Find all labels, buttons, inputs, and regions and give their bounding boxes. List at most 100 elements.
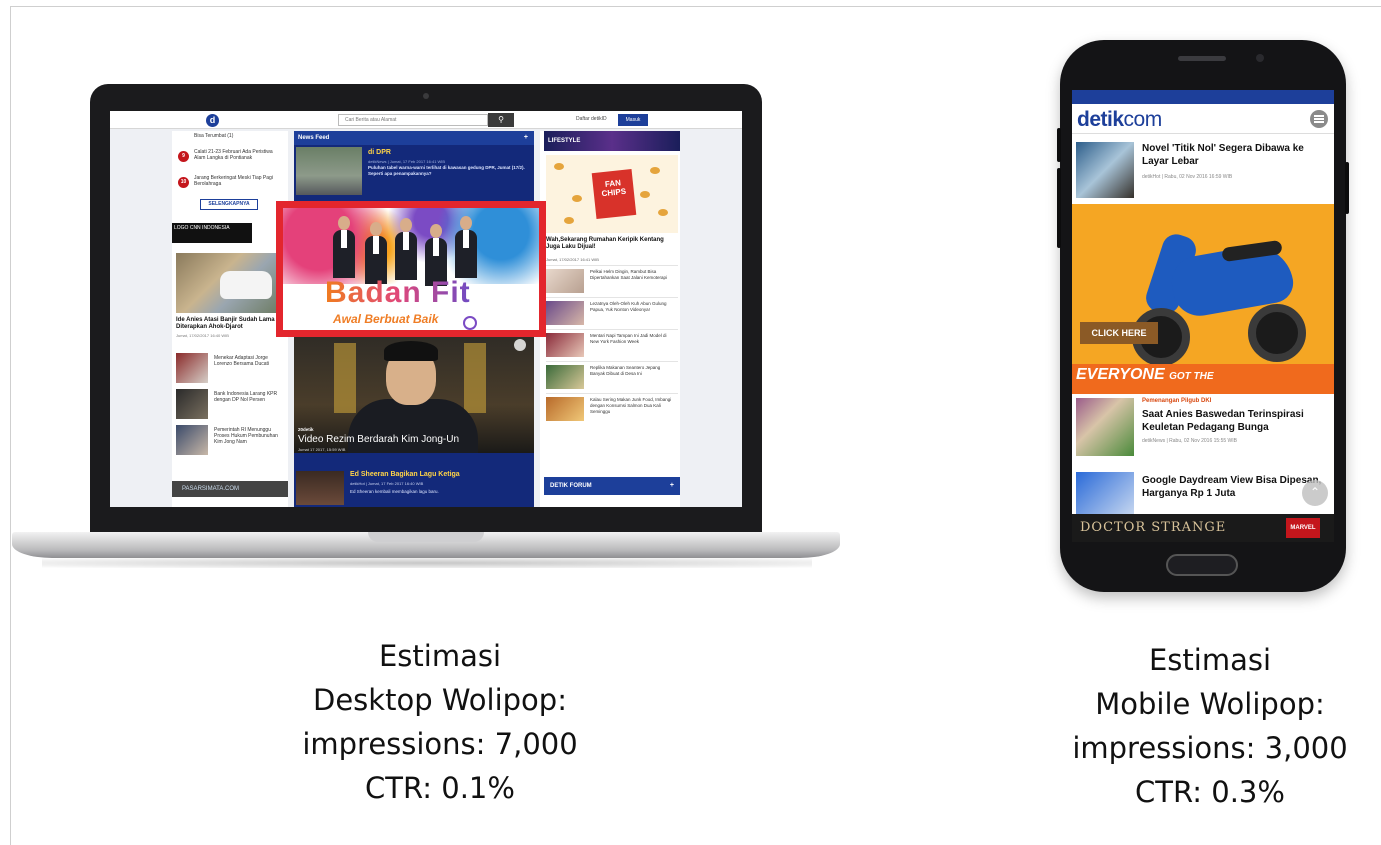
- doctor-strange-banner-ad[interactable]: DOCTOR STRANGE MARVEL: [1072, 514, 1334, 542]
- anies-article-photo[interactable]: [1076, 398, 1134, 456]
- caption-ctr: CTR: 0.1%: [365, 771, 515, 805]
- lifestyle-list-item[interactable]: Lezatnya Oleh-Oleh Kuh Abun Gulung Papua…: [546, 297, 678, 325]
- mobile-article-kicker: Pemenangan Pilgub DKI: [1142, 398, 1212, 404]
- feed-snippet: detikNews | Jumat, 17 Feb 2017 16:41 WIB…: [368, 159, 528, 177]
- phone-side-button: [1057, 168, 1061, 248]
- left-list-item[interactable]: Menekar Adaptasi Jorge Lorenzo Bersama D…: [214, 355, 286, 367]
- selengkapnya-button[interactable]: SELENGKAPNYA: [200, 199, 258, 210]
- lifestyle-list-item[interactable]: Kalau Sering Makan Junk Food, Imbangi de…: [546, 393, 678, 421]
- video-tag: 20detik: [298, 427, 314, 432]
- search-button[interactable]: ⚲: [488, 113, 514, 127]
- detik-logo-icon[interactable]: d: [206, 114, 219, 127]
- thumb-image[interactable]: [176, 389, 208, 419]
- scroll-top-icon[interactable]: ⌃: [1302, 480, 1328, 506]
- mobile-header: detikcom: [1072, 104, 1334, 134]
- mobile-site-screen: detikcom Novel 'Titik Nol' Segera Dibawa…: [1072, 90, 1334, 542]
- frame-border-top: [10, 6, 1381, 7]
- expand-plus-icon[interactable]: +: [670, 477, 674, 495]
- dpr-photo[interactable]: [296, 147, 362, 195]
- caption-line: Estimasi: [378, 639, 502, 673]
- click-here-button[interactable]: CLICK HERE: [1080, 322, 1158, 344]
- chip-decoration: [658, 209, 668, 216]
- desktop-estimate-caption: Estimasi Desktop Wolipop: impressions: 7…: [250, 634, 630, 810]
- chips-photo[interactable]: FAN CHIPS: [546, 155, 678, 233]
- search-icon: ⚲: [498, 115, 504, 124]
- phone-side-button: [1345, 162, 1349, 214]
- highlighted-ad-banner[interactable]: Badan Fit Awal Berbuat Baik: [276, 201, 546, 337]
- desktop-lifestyle-column: LIFESTYLE FAN CHIPS Wah,Sekarang Rumahan…: [540, 131, 680, 507]
- lifestyle-item-text: Pelkai Helm Dingin, Rambut Bisa Dipertah…: [590, 269, 668, 280]
- detikcom-logo[interactable]: detikcom: [1077, 108, 1162, 132]
- daftar-link[interactable]: Daftar detikID: [576, 116, 607, 122]
- chip-decoration: [650, 167, 660, 174]
- lifestyle-list-item[interactable]: Pelkai Helm Dingin, Rambut Bisa Dipertah…: [546, 265, 678, 293]
- caption-ctr: CTR: 0.3%: [1135, 775, 1285, 809]
- frame-border-left: [10, 6, 11, 845]
- smile-icon: [463, 316, 477, 330]
- play-icon[interactable]: [514, 339, 526, 351]
- ed-text: Ed Sheeran kembali membagikan lagu baru.: [350, 489, 439, 494]
- rank-badge: 10: [178, 177, 189, 188]
- daydream-article-photo[interactable]: [1076, 472, 1134, 516]
- video-card[interactable]: 20detik Video Rezim Berdarah Kim Jong-Un…: [294, 333, 534, 453]
- lifestyle-thumb: [546, 365, 584, 389]
- left-list-item[interactable]: Jarang Berkeringat Meski Tiap Pagi Berol…: [194, 175, 284, 187]
- video-thumbnail-hair: [384, 341, 438, 361]
- chip-decoration: [640, 191, 650, 198]
- phone-home-button[interactable]: [1166, 554, 1238, 576]
- mobile-article-title[interactable]: Novel 'Titik Nol' Segera Dibawa ke Layar…: [1142, 142, 1328, 168]
- laptop-camera: [423, 93, 429, 99]
- hamburger-menu-icon[interactable]: [1310, 110, 1328, 128]
- lifestyle-list-item[interactable]: Replika Makanan Seantero Jepang Banyak D…: [546, 361, 678, 389]
- ed-meta: detikHot | Jumat, 17 Feb 2017 16:40 WIB: [350, 481, 424, 486]
- lifestyle-thumb: [546, 301, 584, 325]
- ed-title[interactable]: Ed Sheeran Bagikan Lagu Ketiga: [350, 471, 460, 478]
- laptop-base-notch: [368, 532, 484, 542]
- caption-impressions: impressions: 7,000: [302, 727, 578, 761]
- left-list-item[interactable]: Pemerintah RI Menunggu Proses Hukum Pemb…: [214, 427, 286, 445]
- mobile-scooter-ad[interactable]: CLICK HERE EVERYONE GOT THE: [1072, 204, 1334, 394]
- chips-bag: FAN CHIPS: [591, 169, 637, 219]
- car-photo-detail: [220, 271, 272, 299]
- phone-mockup: detikcom Novel 'Titik Nol' Segera Dibawa…: [1057, 40, 1349, 592]
- mobile-status-bar: [1072, 90, 1334, 104]
- expand-plus-icon[interactable]: +: [524, 131, 528, 145]
- feed-title[interactable]: di DPR: [368, 149, 391, 156]
- lifestyle-header[interactable]: LIFESTYLE: [544, 131, 680, 151]
- chip-decoration: [564, 217, 574, 224]
- phone-speaker: [1178, 56, 1226, 61]
- thumb-image[interactable]: [176, 353, 208, 383]
- novel-article-photo[interactable]: [1076, 142, 1134, 198]
- left-list-item[interactable]: Bank Indonesia Larang KPR dengan DP Nol …: [214, 391, 286, 403]
- ad-person: [455, 216, 477, 278]
- masuk-button[interactable]: Masuk: [618, 114, 648, 126]
- ad-person: [395, 218, 417, 280]
- desktop-search-input[interactable]: Cari Berita atau Alamat: [338, 114, 488, 126]
- lifestyle-list-item[interactable]: Mentari Napi Tampan Ini Jadi Model di Ne…: [546, 329, 678, 357]
- desktop-topbar: d Cari Berita atau Alamat ⚲ Daftar detik…: [110, 111, 742, 129]
- ed-sheeran-photo[interactable]: [296, 471, 344, 505]
- mobile-article-meta: detikHot | Rabu, 02 Nov 2016 16:59 WIB: [1142, 174, 1233, 180]
- left-list-item[interactable]: Calati 21-23 Februari Ada Peristiwa Alam…: [194, 149, 284, 161]
- feed-text: Puluhan tabel warna-warni terlihat di ka…: [368, 165, 525, 176]
- lifestyle-item-text: Replika Makanan Seantero Jepang Banyak D…: [590, 365, 661, 376]
- ad-person: [365, 222, 387, 284]
- rank-badge: 9: [178, 151, 189, 162]
- lifestyle-thumb: [546, 269, 584, 293]
- newsfeed-header: News Feed +: [294, 131, 534, 145]
- left-headline[interactable]: Ide Anies Atasi Banjir Sudah Lama Ditera…: [176, 317, 288, 331]
- mobile-estimate-caption: Estimasi Mobile Wolipop: impressions: 3,…: [1020, 638, 1381, 814]
- thumb-image[interactable]: [176, 425, 208, 455]
- lifestyle-headline[interactable]: Wah,Sekarang Rumahan Keripik Kentang Jug…: [546, 237, 676, 251]
- lifestyle-meta: Jumat, 17/02/2017 16:41 WIB: [546, 257, 599, 262]
- detik-forum-header[interactable]: DETIK FORUM +: [544, 477, 680, 495]
- mobile-article-title[interactable]: Saat Anies Baswedan Terinspirasi Keuleta…: [1142, 408, 1328, 434]
- lifestyle-item-text: Lezatnya Oleh-Oleh Kuh Abun Gulung Papua…: [590, 301, 667, 312]
- desktop-left-column: Bisa Terumbat (1) 9 Calati 21-23 Februar…: [172, 131, 288, 507]
- left-top-text: Bisa Terumbat (1): [194, 133, 234, 139]
- ad-subtitle: Awal Berbuat Baik: [333, 312, 439, 326]
- mobile-article-title[interactable]: Google Daydream View Bisa Dipesan, Harga…: [1142, 474, 1328, 500]
- pasarsimata-banner[interactable]: PASARSIMATA.COM: [172, 481, 288, 497]
- video-title[interactable]: Video Rezim Berdarah Kim Jong-Un: [298, 434, 459, 445]
- flag-decoration: [464, 343, 486, 413]
